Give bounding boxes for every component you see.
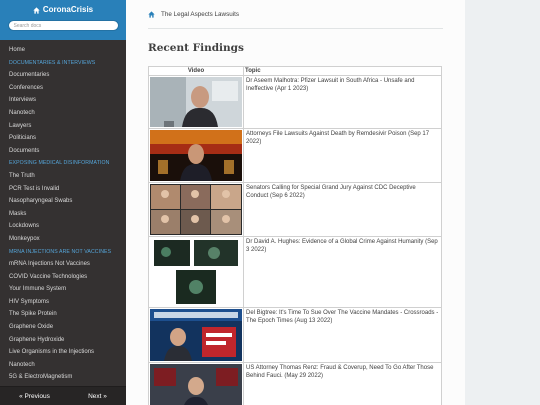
next-button[interactable]: Next » — [88, 393, 107, 400]
brand-name: CoronaCrisis — [42, 5, 94, 14]
table-row: US Attorney Thomas Renz: Fraud & Coverup… — [148, 362, 442, 405]
video-thumbnail[interactable] — [150, 130, 242, 181]
sidebar-item-5g-electromagnetism[interactable]: 5G & ElectroMagnetism — [0, 371, 126, 384]
sidebar-item-conferences[interactable]: Conferences — [0, 82, 126, 95]
column-header-video: Video — [148, 66, 244, 76]
home-icon — [33, 6, 40, 14]
findings-table: Video Topic Dr Aseem Malhotra: Pfizer La… — [148, 66, 442, 405]
sidebar-item-hiv-symptoms[interactable]: HIV Symptoms — [0, 296, 126, 309]
sidebar-item-interviews[interactable]: Interviews — [0, 94, 126, 107]
sidebar-item-pcr-test-is-invalid[interactable]: PCR Test is Invalid — [0, 183, 126, 196]
table-row: Dr David A. Hughes: Evidence of a Global… — [148, 236, 442, 308]
topic-cell: Attorneys File Lawsuits Against Death by… — [243, 128, 442, 183]
topic-cell: Senators Calling for Special Grand Jury … — [243, 182, 442, 237]
sidebar-item-nanotech[interactable]: Nanotech — [0, 107, 126, 120]
sidebar-item-nasopharyngeal-swabs[interactable]: Nasopharyngeal Swabs — [0, 195, 126, 208]
sidebar-item-home[interactable]: Home — [0, 44, 126, 57]
previous-button[interactable]: « Previous — [19, 393, 50, 400]
sidebar-item-covid-vaccine-technologies[interactable]: COVID Vaccine Technologies — [0, 271, 126, 284]
brand-link[interactable]: CoronaCrisis — [0, 4, 126, 16]
sidebar-item-the-truth[interactable]: The Truth — [0, 170, 126, 183]
sidebar-item-mrna-injections-not-vaccines[interactable]: mRNA Injections Not Vaccines — [0, 258, 126, 271]
sidebar-item-the-spike-protein[interactable]: The Spike Protein — [0, 308, 126, 321]
sidebar-footer: « Previous Next » — [0, 386, 126, 405]
topic-link[interactable]: Del Bigtree: It's Time To Sue Over The V… — [246, 310, 438, 324]
sidebar-item-graphene-hydroxide[interactable]: Graphene Hydroxide — [0, 334, 126, 347]
video-thumbnail[interactable] — [150, 77, 242, 127]
table-row: Del Bigtree: It's Time To Sue Over The V… — [148, 307, 442, 363]
sidebar-item-documentaries[interactable]: Documentaries — [0, 69, 126, 82]
video-cell — [148, 182, 244, 237]
sidebar: CoronaCrisis Home DOCUMENTARIES & INTERVI… — [0, 0, 126, 405]
topic-cell: Del Bigtree: It's Time To Sue Over The V… — [243, 307, 442, 363]
video-cell — [148, 362, 244, 405]
table-row: Senators Calling for Special Grand Jury … — [148, 182, 442, 237]
column-header-topic: Topic — [243, 66, 442, 76]
search-input[interactable] — [7, 20, 119, 31]
topic-cell: Dr David A. Hughes: Evidence of a Global… — [243, 236, 442, 308]
page-title: Recent Findings — [148, 42, 244, 54]
sidebar-item-lawyers[interactable]: Lawyers — [0, 120, 126, 133]
video-thumbnail[interactable] — [150, 309, 242, 361]
sidebar-nav: Home DOCUMENTARIES & INTERVIEWS Documentar… — [0, 40, 126, 384]
sidebar-item-nanotech[interactable]: Nanotech — [0, 359, 126, 372]
topic-link[interactable]: Dr David A. Hughes: Evidence of a Global… — [246, 239, 438, 253]
home-icon[interactable] — [148, 11, 155, 18]
sidebar-header: CoronaCrisis — [0, 0, 126, 40]
topic-link[interactable]: Dr Aseem Malhotra: Pfizer Lawsuit in Sou… — [246, 78, 414, 92]
topic-link[interactable]: US Attorney Thomas Renz: Fraud & Coverup… — [246, 365, 433, 379]
breadcrumb: The Legal Aspects Lawsuits — [148, 11, 239, 18]
divider — [148, 28, 443, 29]
breadcrumb-current: The Legal Aspects Lawsuits — [161, 11, 240, 18]
sidebar-item-monkeypox[interactable]: Monkeypox — [0, 233, 126, 246]
video-thumbnail[interactable] — [150, 238, 242, 306]
video-cell — [148, 307, 244, 363]
sidebar-item-documents[interactable]: Documents — [0, 145, 126, 158]
sidebar-item-masks[interactable]: Masks — [0, 208, 126, 221]
topic-link[interactable]: Senators Calling for Special Grand Jury … — [246, 185, 416, 199]
topic-link[interactable]: Attorneys File Lawsuits Against Death by… — [246, 131, 429, 145]
table-row: Dr Aseem Malhotra: Pfizer Lawsuit in Sou… — [148, 75, 442, 129]
topic-cell: US Attorney Thomas Renz: Fraud & Coverup… — [243, 362, 442, 405]
sidebar-item-lockdowns[interactable]: Lockdowns — [0, 220, 126, 233]
nav-section-caption: DOCUMENTARIES & INTERVIEWS — [9, 59, 96, 66]
video-thumbnail[interactable] — [150, 364, 242, 405]
sidebar-item-graphene-oxide[interactable]: Graphene Oxide — [0, 321, 126, 334]
video-cell — [148, 236, 244, 308]
table-row: Attorneys File Lawsuits Against Death by… — [148, 128, 442, 183]
nav-section-caption: EXPOSING MEDICAL DISINFORMATION — [9, 160, 110, 167]
video-thumbnail[interactable] — [150, 184, 242, 235]
video-cell — [148, 128, 244, 183]
sidebar-item-politicians[interactable]: Politicians — [0, 132, 126, 145]
sidebar-item-live-organisms-in-the-injections[interactable]: Live Organisms in the Injections — [0, 346, 126, 359]
main-content: The Legal Aspects Lawsuits Recent Findin… — [126, 0, 465, 405]
topic-cell: Dr Aseem Malhotra: Pfizer Lawsuit in Sou… — [243, 75, 442, 129]
nav-section-caption: MRNA INJECTIONS ARE NOT VACCINES — [9, 248, 112, 255]
sidebar-item-your-immune-system[interactable]: Your Immune System — [0, 283, 126, 296]
video-cell — [148, 75, 244, 129]
